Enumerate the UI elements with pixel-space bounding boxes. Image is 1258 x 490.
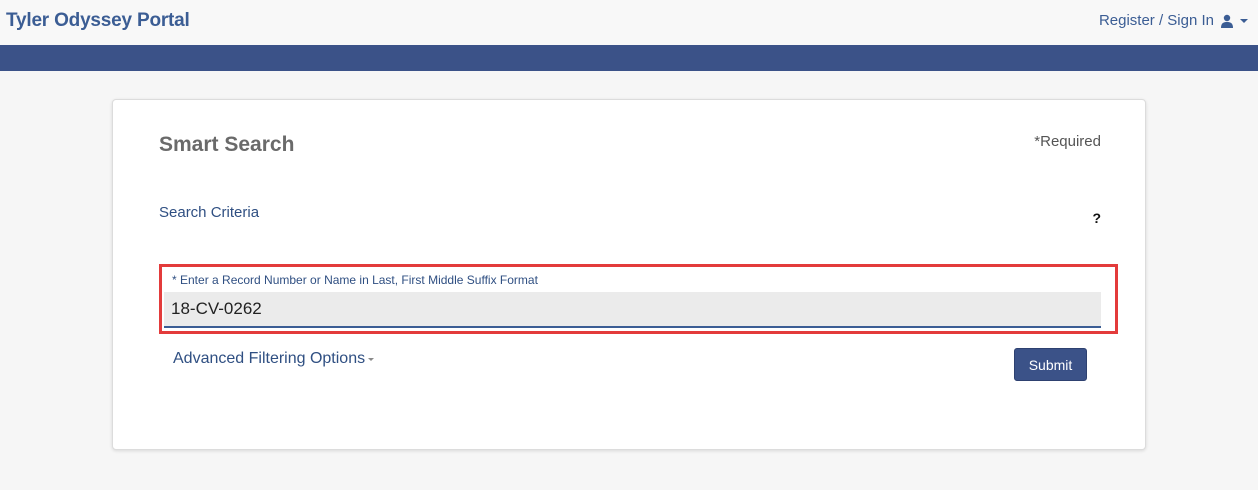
brand-link[interactable]: Tyler Odyssey Portal [6, 10, 190, 32]
required-note: *Required [1034, 133, 1101, 150]
search-field-label: * Enter a Record Number or Name in Last,… [172, 273, 538, 287]
help-icon[interactable]: ? [1092, 210, 1101, 226]
smart-search-card: Smart Search *Required Search Criteria ?… [112, 99, 1146, 450]
top-header: Tyler Odyssey Portal Register / Sign In [0, 0, 1258, 45]
signin-menu[interactable]: Register / Sign In [1099, 12, 1248, 29]
submit-button[interactable]: Submit [1014, 348, 1087, 381]
user-icon [1221, 14, 1233, 28]
advanced-filtering-toggle[interactable]: Advanced Filtering Options [173, 350, 375, 368]
caret-down-icon [1240, 18, 1248, 23]
signin-label: Register / Sign In [1098, 12, 1214, 29]
search-criteria-heading: Search Criteria [159, 204, 260, 221]
nav-bar [0, 45, 1258, 71]
search-input[interactable] [164, 292, 1101, 328]
page-title: Smart Search [159, 133, 295, 156]
chevron-down-icon [368, 357, 375, 361]
advanced-filtering-label: Advanced Filtering Options [173, 350, 366, 367]
